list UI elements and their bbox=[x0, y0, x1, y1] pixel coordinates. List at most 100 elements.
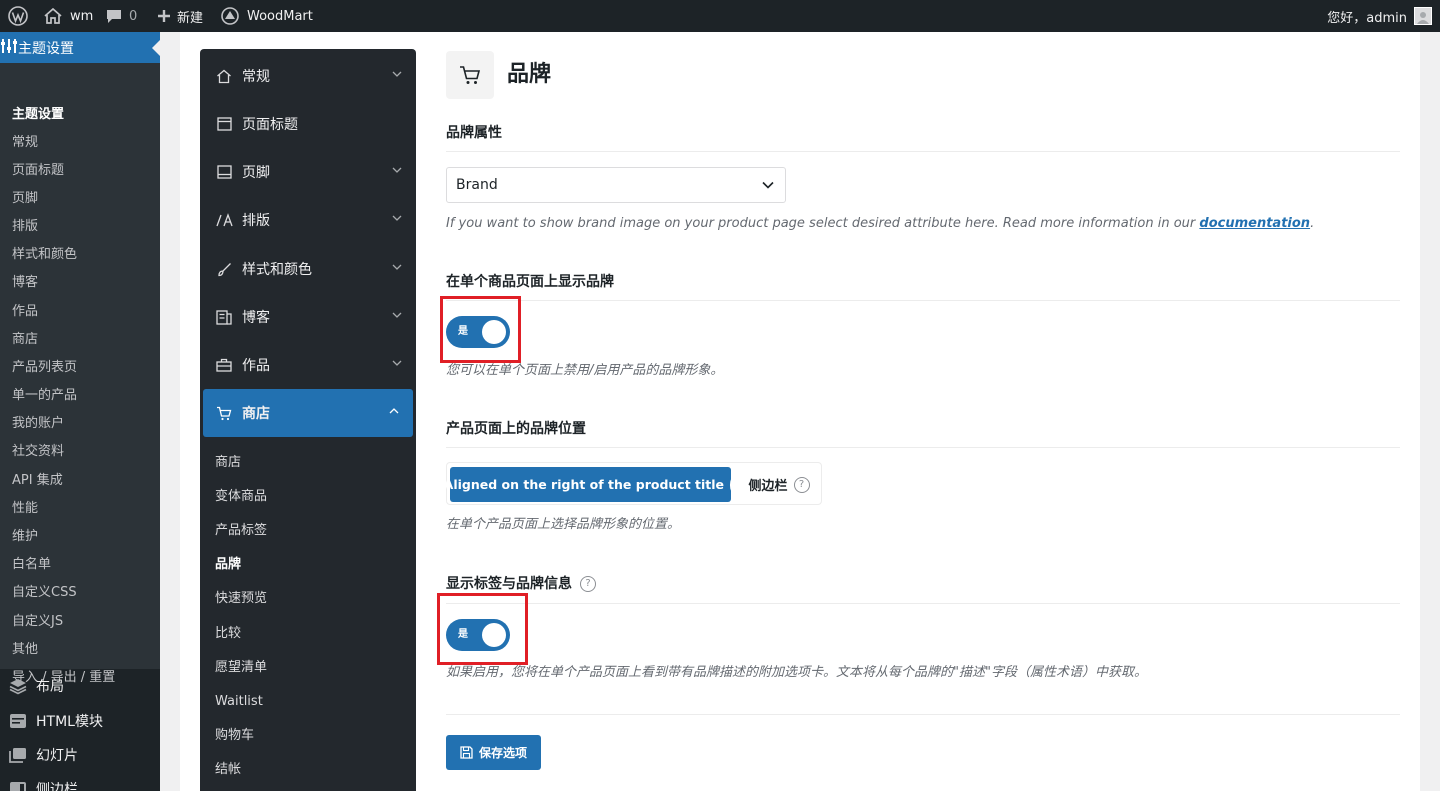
menu-item-layouts[interactable]: 布局 bbox=[0, 669, 160, 703]
html-block-icon bbox=[0, 713, 36, 729]
shop-subitem-waitlist[interactable]: Waitlist bbox=[215, 694, 263, 710]
briefcase-icon bbox=[214, 358, 234, 372]
submenu-item-performance[interactable]: 性能 bbox=[12, 501, 38, 517]
submenu-item-other[interactable]: 其他 bbox=[12, 642, 38, 658]
menu-item-sidebars[interactable]: 侧边栏 bbox=[0, 772, 160, 791]
greeting: 您好，admin bbox=[1327, 10, 1407, 26]
documentation-link[interactable]: documentation bbox=[1199, 216, 1310, 231]
brand-attribute-desc-text: If you want to show brand image on your … bbox=[446, 216, 1200, 231]
sidebar-icon bbox=[0, 781, 36, 791]
new-content-link[interactable]: 新建 bbox=[157, 0, 203, 32]
shop-subitem-quick-view[interactable]: 快速预览 bbox=[215, 591, 267, 607]
submenu-item-social-profiles[interactable]: 社交资料 bbox=[12, 444, 64, 460]
menu-item-html-blocks[interactable]: HTML模块 bbox=[0, 704, 160, 738]
option-label: 侧边栏 bbox=[748, 479, 788, 494]
shop-subitem-shop[interactable]: 商店 bbox=[215, 455, 241, 471]
submenu-item-footer[interactable]: 页脚 bbox=[12, 191, 38, 207]
help-icon[interactable]: ? bbox=[793, 476, 810, 493]
site-name: wm bbox=[70, 8, 94, 24]
show-brand-desc: 您可以在单个页面上禁用/启用产品的品牌形象。 bbox=[446, 363, 724, 378]
submenu-item-general[interactable]: 常规 bbox=[12, 135, 38, 151]
submenu-item-page-title[interactable]: 页面标题 bbox=[12, 163, 64, 179]
options-nav-label: 商店 bbox=[242, 406, 270, 422]
options-sidebar: 常规 页面标题 页脚 排版 样式和颜色 博客 作品 商店 商店 变体商品 产品标… bbox=[200, 49, 416, 791]
site-name-link[interactable]: wm bbox=[44, 0, 93, 32]
submenu-item-typography[interactable]: 排版 bbox=[12, 219, 38, 235]
chevron-up-icon bbox=[389, 408, 399, 414]
option-label: Aligned on the right of the product titl… bbox=[443, 477, 725, 492]
submenu-item-custom-js[interactable]: 自定义JS bbox=[12, 614, 63, 630]
menu-item-label: 布局 bbox=[36, 679, 64, 695]
layers-icon bbox=[0, 677, 36, 695]
save-options-button[interactable]: 保存选项 bbox=[446, 735, 541, 770]
shop-subitem-checkout[interactable]: 结帐 bbox=[215, 762, 241, 778]
submenu-item-product-archive[interactable]: 产品列表页 bbox=[12, 360, 77, 376]
submenu-item-maintenance[interactable]: 维护 bbox=[12, 529, 38, 545]
submenu-item-blog[interactable]: 博客 bbox=[12, 275, 38, 291]
home-icon bbox=[214, 69, 234, 84]
brand-position-option-sidebar[interactable]: 侧边栏 ? bbox=[739, 467, 819, 502]
brand-position-buttonset: Aligned on the right of the product titl… bbox=[444, 462, 822, 505]
wordpress-logo-icon[interactable] bbox=[8, 0, 28, 32]
woodmart-label: WoodMart bbox=[247, 8, 313, 24]
options-nav-portfolio[interactable]: 作品 bbox=[200, 341, 416, 389]
divider bbox=[446, 151, 1400, 152]
submenu-item-custom-css[interactable]: 自定义CSS bbox=[12, 585, 77, 601]
brand-attribute-select[interactable]: Brand bbox=[446, 167, 786, 203]
comment-icon bbox=[106, 9, 122, 24]
highlight-box bbox=[440, 296, 521, 363]
submenu-item-api-integrations[interactable]: API 集成 bbox=[12, 473, 63, 489]
submenu-item-theme-settings[interactable]: 主题设置 bbox=[12, 107, 64, 123]
brand-attribute-value: Brand bbox=[456, 177, 498, 193]
admin-bar: wm 0 新建 WoodMart 您好，admin bbox=[0, 0, 1440, 32]
plus-icon bbox=[157, 9, 171, 23]
blog-icon bbox=[214, 309, 234, 325]
options-nav-general[interactable]: 常规 bbox=[200, 52, 416, 100]
brand-attribute-desc-end: . bbox=[1310, 216, 1315, 231]
chevron-down-icon bbox=[392, 264, 402, 270]
submenu-item-shop[interactable]: 商店 bbox=[12, 332, 38, 348]
menu-item-slides[interactable]: 幻灯片 bbox=[0, 738, 160, 772]
divider bbox=[446, 447, 1400, 448]
menu-item-label: 主题设置 bbox=[18, 40, 74, 57]
woodmart-link[interactable]: WoodMart bbox=[221, 0, 313, 32]
options-nav-typography[interactable]: 排版 bbox=[200, 196, 416, 244]
options-nav-styles-colors[interactable]: 样式和颜色 bbox=[200, 245, 416, 293]
options-nav-label: 页脚 bbox=[242, 165, 270, 181]
options-nav-label: 作品 bbox=[242, 358, 270, 374]
typography-icon bbox=[214, 213, 234, 227]
chevron-down-icon bbox=[392, 215, 402, 221]
help-icon[interactable]: ? bbox=[580, 576, 596, 592]
cart-icon bbox=[214, 406, 234, 421]
my-account-link[interactable]: 您好，admin bbox=[1327, 0, 1432, 32]
submenu-item-single-product[interactable]: 单一的产品 bbox=[12, 388, 77, 404]
brand-tab-desc: 如果启用，您将在单个产品页面上看到带有品牌描述的附加选项卡。文本将从每个品牌的"… bbox=[446, 665, 1147, 680]
options-nav-blog[interactable]: 博客 bbox=[200, 293, 416, 341]
shop-subitem-brands[interactable]: 品牌 bbox=[215, 557, 241, 573]
page-title: 品牌 bbox=[507, 62, 552, 87]
shop-subitem-compare[interactable]: 比较 bbox=[215, 626, 241, 642]
shop-subitem-variable-products[interactable]: 变体商品 bbox=[215, 489, 267, 505]
submenu-item-styles-colors[interactable]: 样式和颜色 bbox=[12, 247, 77, 263]
brand-position-option-title[interactable]: Aligned on the right of the product titl… bbox=[444, 467, 738, 502]
submenu-item-portfolio[interactable]: 作品 bbox=[12, 304, 38, 320]
submenu-item-white-label[interactable]: 白名单 bbox=[12, 557, 51, 573]
comments-count: 0 bbox=[129, 8, 138, 24]
chevron-down-icon bbox=[762, 181, 774, 189]
submenu-item-my-account[interactable]: 我的账户 bbox=[12, 416, 64, 432]
shop-subitem-wishlist[interactable]: 愿望清单 bbox=[215, 660, 267, 676]
help-icon[interactable]: ? bbox=[730, 476, 738, 493]
options-nav-shop[interactable]: 商店 bbox=[203, 389, 413, 437]
shop-subitem-cart[interactable]: 购物车 bbox=[215, 728, 254, 744]
shop-subitem-product-labels[interactable]: 产品标签 bbox=[215, 523, 267, 539]
current-arrow bbox=[152, 40, 160, 56]
options-nav-label: 博客 bbox=[242, 310, 270, 326]
options-nav-page-title[interactable]: 页面标题 bbox=[200, 100, 416, 148]
avatar bbox=[1414, 7, 1432, 25]
menu-item-label: HTML模块 bbox=[36, 714, 103, 730]
footer-icon bbox=[214, 165, 234, 179]
comments-link[interactable]: 0 bbox=[106, 0, 137, 32]
chevron-down-icon bbox=[392, 360, 402, 366]
options-nav-footer[interactable]: 页脚 bbox=[200, 148, 416, 196]
menu-item-theme-settings[interactable]: 主题设置 bbox=[0, 32, 160, 63]
